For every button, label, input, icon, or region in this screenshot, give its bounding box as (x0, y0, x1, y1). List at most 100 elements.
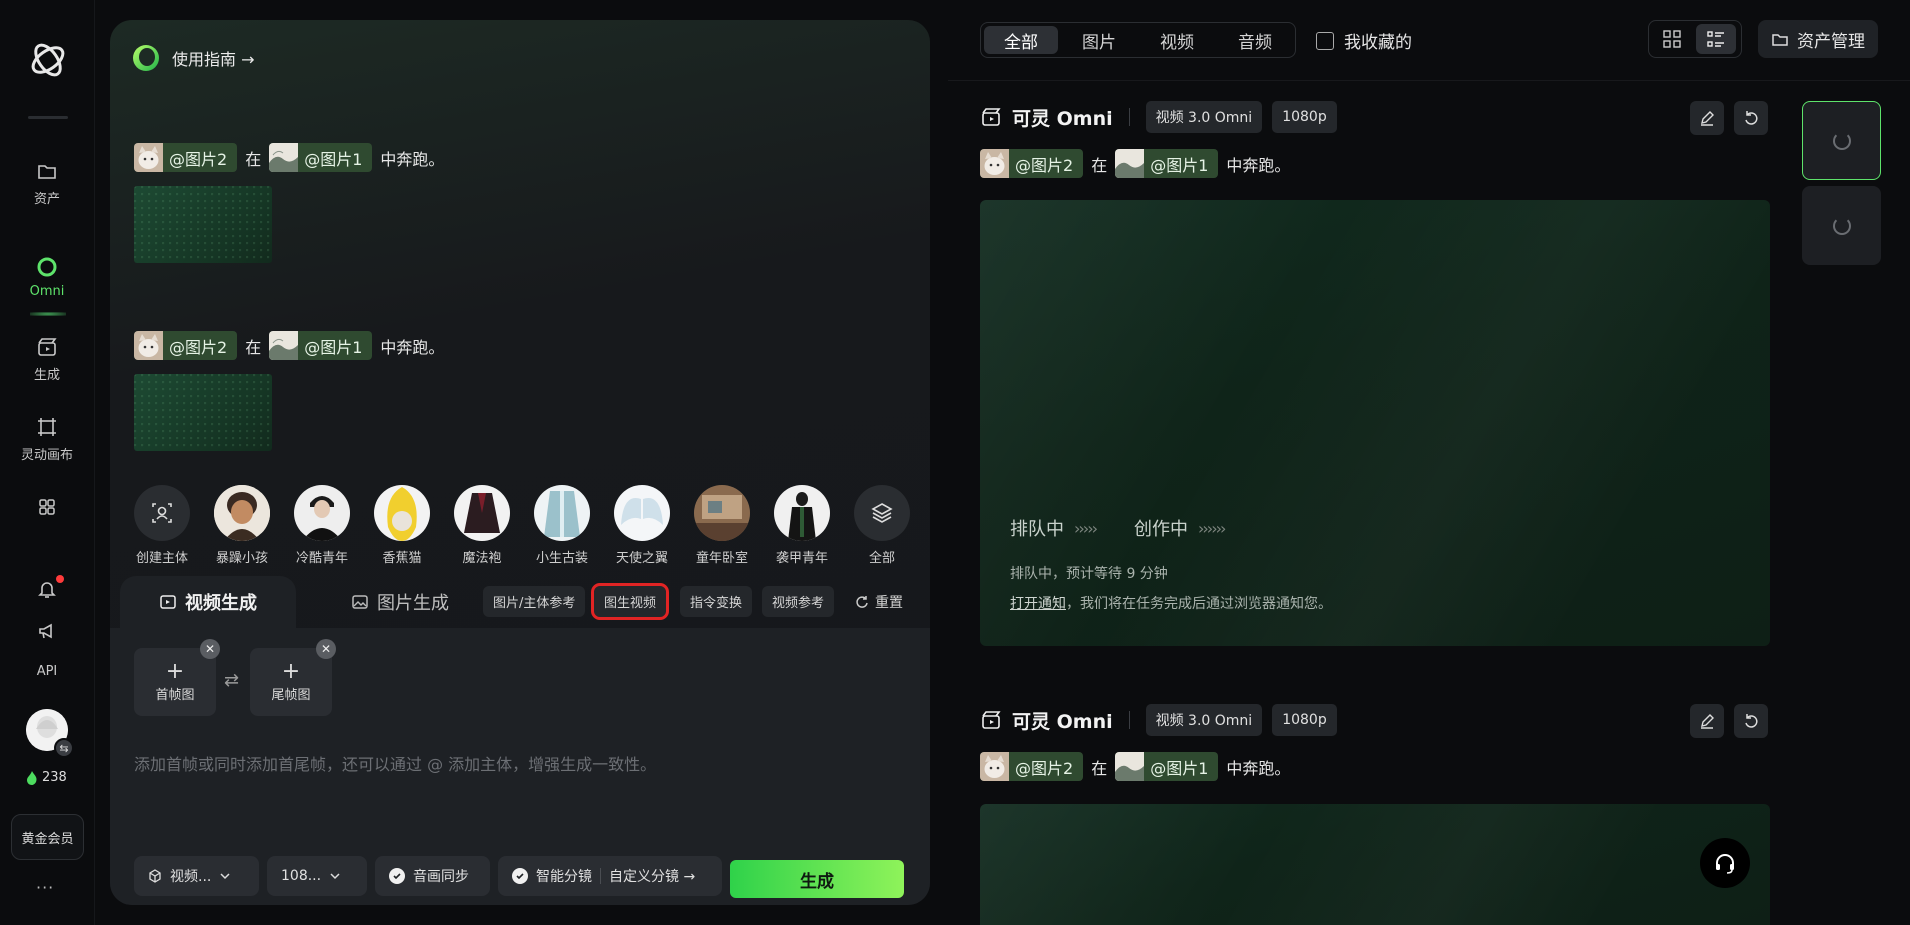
prompt-text: 在 (1091, 758, 1108, 778)
rail-item-canvas[interactable]: 灵动画布 (8, 416, 86, 463)
mode-image-to-video[interactable]: 图生视频 (590, 583, 670, 620)
subject-label: 暴躁小孩 (215, 551, 268, 566)
subject-avatar (534, 485, 590, 541)
last-frame-upload[interactable]: + 尾帧图 (250, 648, 332, 716)
result-thumbnail[interactable] (134, 186, 272, 263)
filter-images[interactable]: 图片 (1062, 26, 1136, 54)
image-ref-chip[interactable]: @图片2 (134, 143, 238, 172)
filter-all[interactable]: 全部 (984, 26, 1058, 54)
rail-divider (28, 116, 68, 119)
subject-item[interactable]: 香蕉猫 (366, 485, 438, 566)
rail-item-assets[interactable]: 资产 (8, 160, 86, 207)
smart-shot-label: 智能分镜 (536, 869, 592, 885)
edit-button[interactable] (1690, 704, 1724, 738)
announcement-button[interactable] (8, 620, 86, 642)
chip-label: @图片1 (304, 337, 363, 357)
notification-dot (56, 575, 64, 583)
tab-image-generation[interactable]: 图片生成 (330, 576, 470, 628)
remove-last-frame-icon[interactable]: ✕ (316, 639, 336, 659)
more-menu-button[interactable]: ··· (36, 878, 54, 897)
notification-button[interactable] (8, 578, 86, 600)
kling-logo-icon[interactable] (26, 38, 70, 82)
subject-label: 创建主体 (135, 551, 188, 566)
model-select[interactable]: 视频... (134, 856, 259, 896)
history-prompt[interactable]: @图片2 在 @图片1 中奔跑。 (134, 143, 444, 172)
switch-account-icon[interactable]: ⇆ (54, 738, 74, 758)
chevron-down-icon (329, 870, 341, 882)
usage-guide-link[interactable]: 使用指南 → (130, 42, 255, 74)
image-ref-chip[interactable]: @图片2 (980, 752, 1084, 781)
subject-item[interactable]: 袭甲青年 (766, 485, 838, 566)
history-prompt[interactable]: @图片2 在 @图片1 中奔跑。 (134, 331, 444, 360)
results-area: 全部 图片 视频 音频 我收藏的 资产管理 可灵 Omni 视频 3.0 Omn… (948, 0, 1910, 925)
plus-icon: + (281, 658, 301, 684)
create-subject-button[interactable]: 创建主体 (126, 485, 198, 566)
favorites-checkbox[interactable]: 我收藏的 (1316, 28, 1412, 53)
prompt-input[interactable]: 添加首帧或同时添加首尾帧，还可以通过 @ 添加主体，增强生成一致性。 (134, 751, 656, 775)
image-ref-chip[interactable]: @图片1 (269, 331, 373, 360)
regenerate-button[interactable] (1734, 704, 1768, 738)
last-frame-label: 尾帧图 (271, 687, 311, 703)
mode-video-reference[interactable]: 视频参考 (762, 586, 835, 617)
apps-icon (36, 496, 58, 518)
loading-spinner-icon (1832, 131, 1851, 150)
vip-badge[interactable]: 黄金会员 (11, 814, 84, 860)
mode-image-subject-reference[interactable]: 图片/主体参考 (483, 586, 586, 617)
video-placeholder: 排队中 ››››› 创作中 ›››››› 排队中，预计等待 9 分钟 打开通知，… (980, 200, 1770, 646)
api-link[interactable]: API (8, 664, 86, 679)
all-subjects-button[interactable]: 全部 (846, 485, 918, 566)
rail-item-label: Omni (29, 284, 65, 299)
image-ref-chip[interactable]: @图片1 (269, 143, 373, 172)
filter-audio[interactable]: 音频 (1218, 26, 1292, 54)
first-frame-upload[interactable]: + 首帧图 (134, 648, 216, 716)
tab-video-generation[interactable]: 视频生成 (120, 576, 296, 628)
landscape-thumbnail (1115, 752, 1145, 781)
filter-videos[interactable]: 视频 (1140, 26, 1214, 54)
queue-thumbnail[interactable] (1802, 101, 1881, 180)
creating-chevrons: ›››››› (1198, 518, 1226, 538)
customer-support-button[interactable] (1700, 838, 1750, 888)
subject-item[interactable]: 魔法袍 (446, 485, 518, 566)
generation-tabs: 视频生成 图片生成 图片/主体参考 图生视频 指令变换 视频参考 重置 (110, 576, 930, 628)
image-ref-chip[interactable]: @图片2 (134, 331, 238, 360)
omni-logo-icon (130, 42, 162, 74)
mode-instruction-transform[interactable]: 指令变换 (680, 586, 753, 617)
subject-item[interactable]: 冷酷青年 (286, 485, 358, 566)
subject-item[interactable]: 天使之翼 (606, 485, 678, 566)
queue-thumbnail[interactable] (1802, 186, 1881, 265)
resolution-select[interactable]: 108... (267, 856, 367, 896)
regenerate-button[interactable] (1734, 101, 1768, 135)
image-ref-chip[interactable]: @图片1 (1115, 149, 1219, 178)
reset-button[interactable]: 重置 (855, 586, 903, 617)
image-ref-chip[interactable]: @图片1 (1115, 752, 1219, 781)
remove-first-frame-icon[interactable]: ✕ (200, 639, 220, 659)
credits-display[interactable]: 238 (26, 770, 67, 785)
image-icon (351, 593, 369, 611)
result-thumbnail[interactable] (134, 374, 272, 451)
edit-button[interactable] (1690, 101, 1724, 135)
smart-shot-toggle[interactable]: 智能分镜 自定义分镜 → (498, 856, 722, 896)
prompt-text: 中奔跑。 (380, 149, 445, 169)
open-notification-link[interactable]: 打开通知 (1010, 596, 1066, 612)
rail-item-apps[interactable] (8, 496, 86, 518)
subject-item[interactable]: 暴躁小孩 (206, 485, 278, 566)
rail-item-label: 生成 (33, 368, 60, 383)
grid-view-button[interactable] (1652, 24, 1692, 54)
audio-sync-toggle[interactable]: 音画同步 (375, 856, 490, 896)
generate-button[interactable]: 生成 (730, 860, 904, 898)
subject-item[interactable]: 小生古装 (526, 485, 598, 566)
image-ref-chip[interactable]: @图片2 (980, 149, 1084, 178)
rail-item-generate[interactable]: 生成 (8, 336, 86, 383)
landscape-thumbnail (269, 331, 299, 360)
subject-item[interactable]: 童年卧室 (686, 485, 758, 566)
list-view-button[interactable] (1696, 24, 1736, 54)
asset-manager-button[interactable]: 资产管理 (1758, 20, 1878, 58)
rail-item-omni[interactable]: Omni (8, 256, 86, 299)
prompt-text: 在 (1091, 155, 1108, 175)
plus-icon: + (165, 658, 185, 684)
prompt-text: 中奔跑。 (1226, 155, 1291, 175)
subject-label: 香蕉猫 (382, 551, 422, 566)
chip-label: @图片1 (304, 149, 363, 169)
custom-shot-link[interactable]: 自定义分镜 → (609, 866, 695, 886)
swap-frames-icon[interactable]: ⇄ (224, 670, 239, 691)
